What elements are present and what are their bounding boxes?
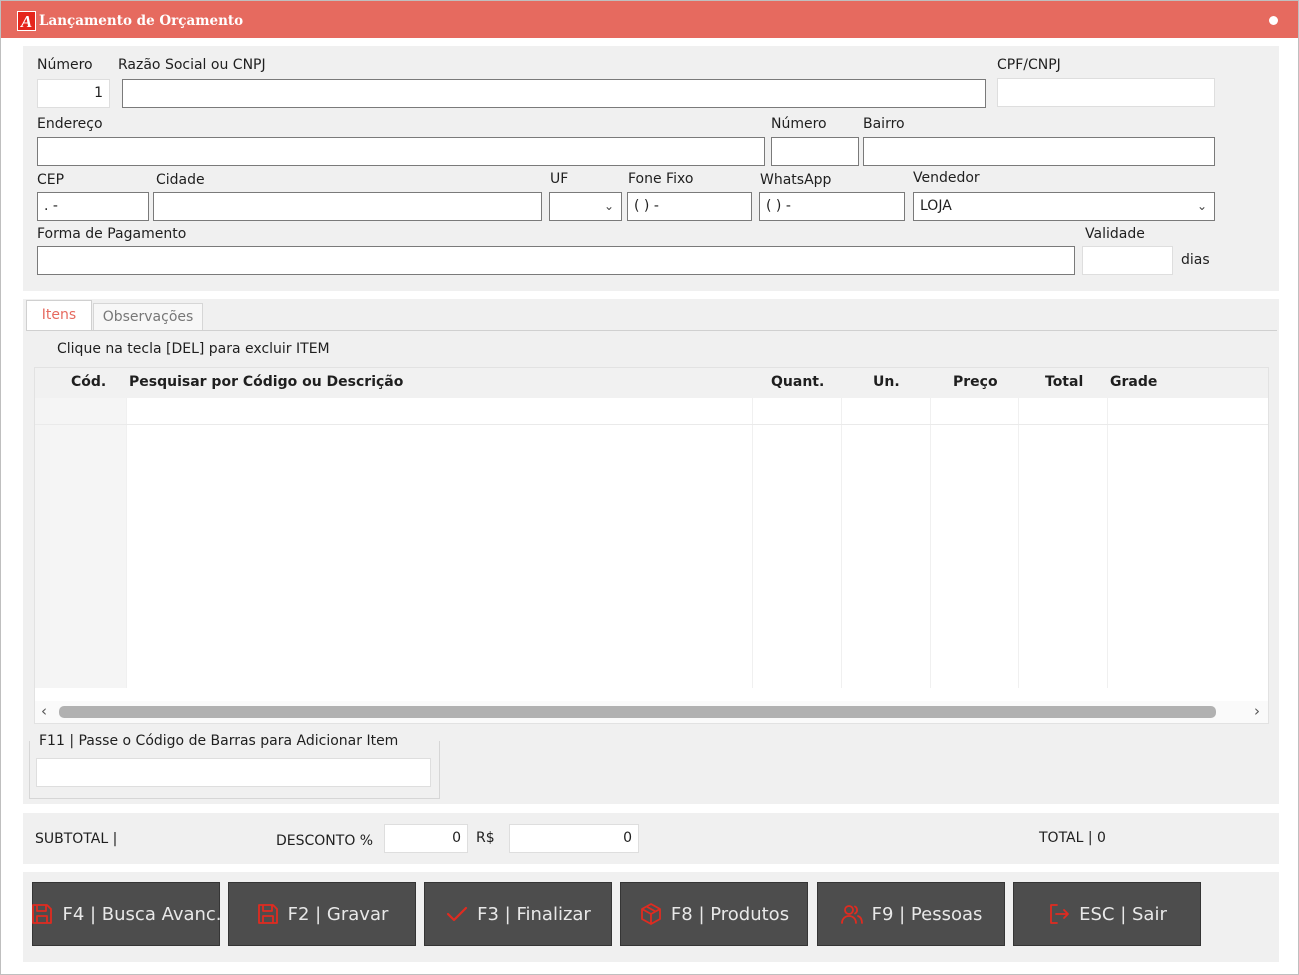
grid-divider	[1107, 398, 1108, 688]
scrollbar-thumb[interactable]	[59, 706, 1216, 718]
col-quant[interactable]: Quant.	[771, 374, 824, 390]
tab-observacoes[interactable]: Observações	[93, 303, 203, 330]
gravar-button[interactable]: F2 | Gravar	[228, 882, 416, 946]
check-icon	[447, 906, 468, 922]
cpf-cnpj-field[interactable]	[997, 78, 1215, 107]
col-descricao[interactable]: Pesquisar por Código ou Descrição	[129, 374, 403, 390]
produtos-button[interactable]: F8 | Produtos	[620, 882, 808, 946]
app-logo: A	[17, 11, 36, 31]
tab-itens[interactable]: Itens	[26, 300, 92, 330]
busca-avancada-label: F4 | Busca Avanc.	[62, 903, 222, 925]
floppy-disk-icon	[257, 904, 278, 924]
col-cod[interactable]: Cód.	[71, 374, 106, 390]
row-indicator-column	[35, 368, 50, 688]
scroll-right-icon[interactable]: ›	[1254, 702, 1260, 720]
numero-label: Número	[37, 57, 93, 73]
users-icon	[840, 905, 863, 924]
barcode-label: F11 | Passe o Código de Barras para Adic…	[37, 733, 401, 749]
subtotal-label: SUBTOTAL |	[35, 831, 118, 847]
delete-hint: Clique na tecla [DEL] para excluir ITEM	[57, 341, 330, 357]
vendedor-value: LOJA	[920, 198, 952, 214]
gravar-label: F2 | Gravar	[287, 903, 389, 925]
barcode-input[interactable]	[36, 758, 431, 787]
bairro-label: Bairro	[863, 116, 905, 132]
exit-icon	[1050, 904, 1070, 924]
endereco-label: Endereço	[37, 116, 103, 132]
grid-divider	[841, 398, 842, 688]
col-grade[interactable]: Grade	[1110, 374, 1157, 390]
scroll-left-icon[interactable]: ‹	[41, 702, 47, 720]
grid-divider	[1018, 398, 1019, 688]
desconto-pct-label: DESCONTO %	[276, 833, 374, 849]
col-total[interactable]: Total	[1045, 374, 1083, 390]
grid-divider	[126, 398, 127, 688]
pessoas-label: F9 | Pessoas	[871, 903, 983, 925]
forma-pagamento-label: Forma de Pagamento	[37, 226, 187, 242]
bairro-input[interactable]	[863, 137, 1215, 166]
endereco-numero-label: Número	[771, 116, 827, 132]
dias-label: dias	[1181, 252, 1210, 268]
box-icon	[641, 903, 661, 925]
numero-field[interactable]: 1	[37, 79, 110, 108]
endereco-numero-input[interactable]	[771, 137, 859, 166]
horizontal-scrollbar[interactable]: ‹ ›	[35, 701, 1268, 723]
finalizar-button[interactable]: F3 | Finalizar	[424, 882, 612, 946]
col-preco[interactable]: Preço	[953, 374, 998, 390]
razao-social-input[interactable]	[122, 79, 986, 108]
cpf-cnpj-label: CPF/CNPJ	[997, 57, 1061, 73]
title-bar: A Lançamento de Orçamento	[1, 1, 1298, 38]
desconto-rs-label: R$	[476, 830, 495, 846]
window-menu-dot[interactable]	[1269, 16, 1278, 25]
validade-label: Validade	[1085, 226, 1145, 242]
fone-fixo-label: Fone Fixo	[628, 171, 694, 187]
cod-column-fill	[50, 398, 126, 688]
desconto-pct-input[interactable]: 0	[384, 824, 468, 853]
budget-window: A Lançamento de Orçamento Número 1 Razão…	[0, 0, 1299, 975]
validade-input[interactable]	[1082, 246, 1173, 275]
cep-label: CEP	[37, 172, 65, 188]
fone-fixo-input[interactable]: ( ) -	[627, 192, 752, 221]
floppy-disk-icon	[32, 904, 53, 924]
finalizar-label: F3 | Finalizar	[477, 903, 591, 925]
sair-label: ESC | Sair	[1079, 903, 1167, 925]
grid-divider	[930, 398, 931, 688]
col-un[interactable]: Un.	[873, 374, 900, 390]
total-label: TOTAL | 0	[1039, 830, 1106, 846]
cep-input[interactable]: . -	[37, 192, 149, 221]
grid-divider	[752, 398, 753, 688]
pessoas-button[interactable]: F9 | Pessoas	[817, 882, 1005, 946]
cidade-label: Cidade	[156, 172, 205, 188]
cidade-input[interactable]	[153, 192, 542, 221]
chevron-down-icon: ⌄	[1196, 199, 1207, 213]
whatsapp-label: WhatsApp	[760, 172, 832, 188]
vendedor-select[interactable]: LOJA ⌄	[913, 192, 1215, 221]
razao-social-label: Razão Social ou CNPJ	[118, 57, 266, 73]
uf-select[interactable]: ⌄	[549, 192, 622, 221]
whatsapp-input[interactable]: ( ) -	[759, 192, 905, 221]
window-title: Lançamento de Orçamento	[39, 13, 244, 29]
produtos-label: F8 | Produtos	[670, 903, 790, 925]
items-grid[interactable]: Cód. Pesquisar por Código ou Descrição Q…	[34, 367, 1269, 724]
new-item-row[interactable]	[35, 424, 1268, 425]
desconto-rs-input[interactable]: 0	[509, 824, 639, 853]
forma-pagamento-input[interactable]	[37, 246, 1075, 275]
vendedor-label: Vendedor	[913, 170, 980, 186]
uf-label: UF	[550, 171, 569, 187]
busca-avancada-button[interactable]: F4 | Busca Avanc.	[32, 882, 222, 946]
chevron-down-icon: ⌄	[603, 199, 614, 213]
sair-button[interactable]: ESC | Sair	[1013, 882, 1201, 946]
endereco-input[interactable]	[37, 137, 765, 166]
grid-header: Cód. Pesquisar por Código ou Descrição Q…	[35, 368, 1268, 398]
